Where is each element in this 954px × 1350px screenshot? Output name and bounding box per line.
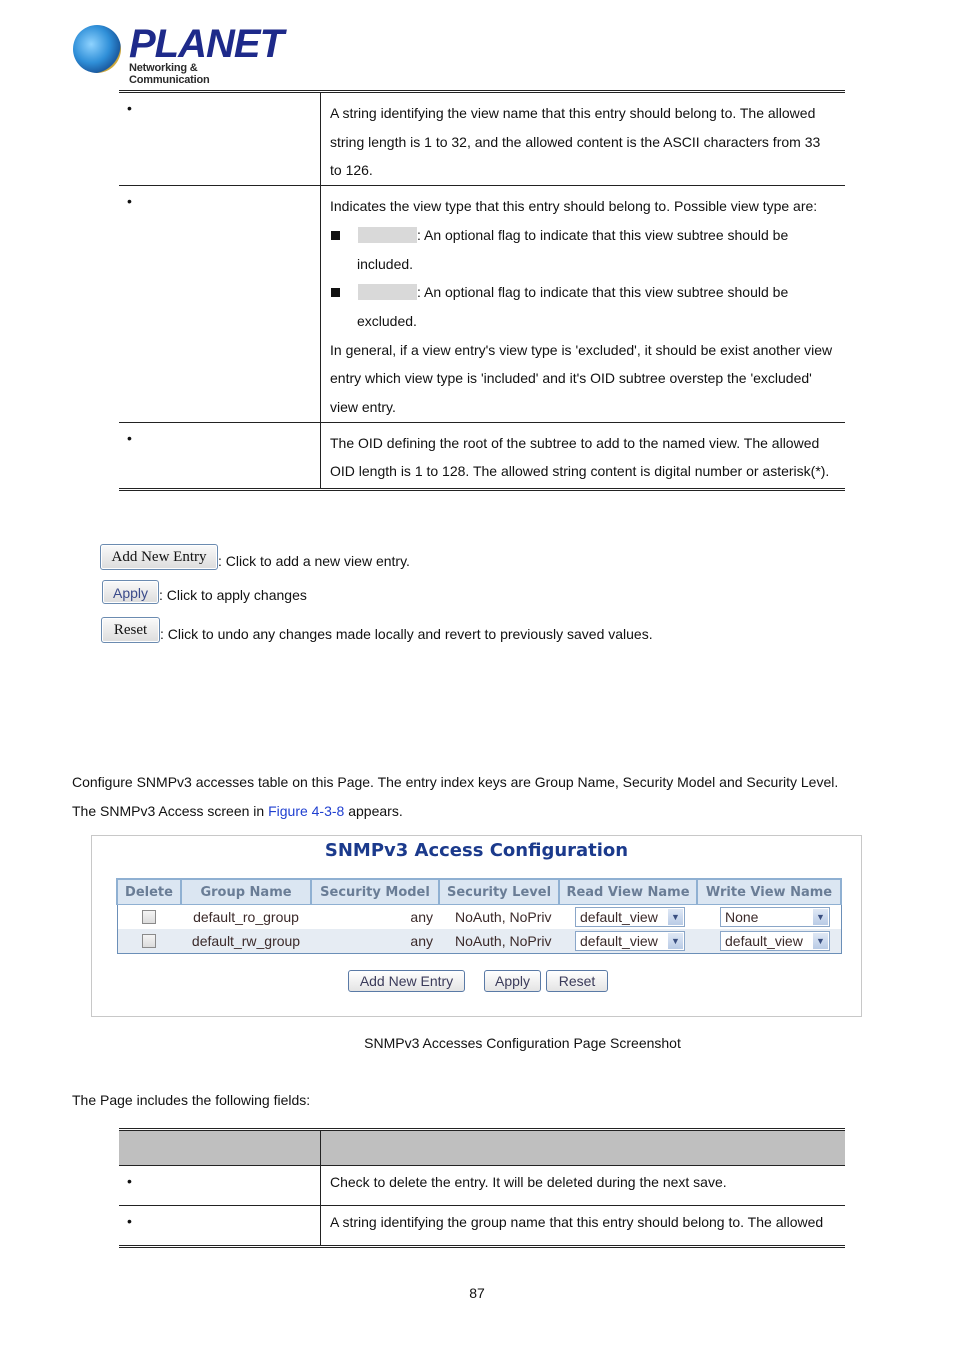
fields-intro: The Page includes the following fields: (72, 1092, 311, 1108)
group-name: default_rw_group (181, 929, 311, 954)
square-bullet-icon (331, 230, 340, 240)
globe-logo-icon (73, 25, 121, 73)
security-level: NoAuth, NoPriv (455, 909, 552, 925)
legend-description: : Click to undo any changes made locally… (160, 626, 653, 642)
screenshot-title: SNMPv3 Access Configuration (324, 840, 629, 861)
field-description: A string identifying the group name that… (330, 1214, 824, 1230)
add-new-entry-button[interactable]: Add New Entry (100, 544, 218, 570)
access-fields-table: • Check to delete the entry. It will be … (119, 1128, 845, 1248)
description-line: A string identifying the view name that … (330, 105, 816, 121)
read-view-select[interactable]: default_view ▼ (575, 931, 685, 951)
security-model: any (311, 929, 439, 954)
legend-reset: Reset : Click to undo any changes made l… (101, 617, 653, 643)
description-line: OID length is 1 to 128. The allowed stri… (330, 463, 830, 480)
table-row: • A string identifying the group name th… (119, 1205, 845, 1247)
delete-checkbox[interactable] (142, 934, 157, 948)
page-number: 87 (469, 1285, 485, 1301)
description-line: entry which view type is 'included' and … (330, 370, 812, 387)
square-bullet-icon (331, 288, 340, 298)
intro-line: Configure SNMPv3 accesses table on this … (72, 774, 839, 790)
screenshot-apply-button[interactable]: Apply (484, 970, 541, 992)
chevron-down-icon: ▼ (813, 909, 828, 925)
description-line: The OID defining the root of the subtree… (330, 434, 820, 451)
access-table: Delete Group Name Security Model Securit… (116, 878, 842, 954)
planet-logo: PLANET Networking & Communication (73, 22, 284, 86)
chevron-down-icon: ▼ (813, 933, 828, 949)
description-line: Indicates the view type that this entry … (330, 198, 818, 215)
description-line: excluded. (357, 312, 417, 329)
legend-apply: Apply : Click to apply changes (102, 580, 307, 604)
chevron-down-icon: ▼ (668, 909, 683, 925)
apply-button[interactable]: Apply (102, 580, 159, 604)
table-header (119, 1129, 845, 1166)
write-view-select[interactable]: None ▼ (720, 907, 830, 927)
legend-description: : Click to apply changes (159, 587, 307, 603)
legend-add-new-entry: Add New Entry : Click to add a new view … (100, 544, 410, 570)
intro-line: The SNMPv3 Access screen in Figure 4-3-8… (72, 803, 403, 819)
chevron-down-icon: ▼ (668, 933, 683, 949)
table-row: • Indicates the view type that this entr… (119, 185, 845, 423)
column-header: Write View Name (696, 878, 842, 905)
table-row: default_ro_group any NoAuth, NoPriv defa… (117, 905, 841, 930)
column-header: Group Name (180, 878, 312, 905)
table-row: • A string identifying the view name tha… (119, 91, 845, 186)
description-line: view entry. (330, 399, 396, 416)
figure-caption: SNMPv3 Accesses Configuration Page Scree… (364, 1035, 681, 1051)
security-model: any (410, 909, 433, 925)
group-name: default_ro_group (193, 909, 299, 925)
description-line: string length is 1 to 32, and the allowe… (330, 133, 821, 150)
logo-brand: PLANET (129, 22, 284, 66)
table-row: • The OID defining the root of the subtr… (119, 422, 845, 490)
write-view-select[interactable]: default_view ▼ (720, 931, 830, 951)
view-type-option-included: : An optional flag to indicate that this… (330, 221, 845, 250)
bullet: • (127, 1213, 132, 1229)
figure-link[interactable]: Figure 4-3-8 (268, 803, 344, 819)
redacted-term (358, 226, 417, 243)
delete-checkbox[interactable] (142, 910, 157, 924)
column-header: Security Level (438, 878, 560, 905)
bullet: • (127, 1173, 132, 1189)
description-line: included. (357, 255, 414, 272)
column-header: Delete (116, 878, 182, 905)
view-fields-table: • A string identifying the view name tha… (119, 90, 845, 491)
description-line: to 126. (330, 162, 373, 179)
security-level: NoAuth, NoPriv (439, 929, 559, 954)
description-line: In general, if a view entry's view type … (330, 341, 833, 358)
bullet: • (127, 193, 132, 210)
table-row: default_rw_group any NoAuth, NoPriv defa… (117, 929, 841, 954)
snmpv3-access-screenshot: SNMPv3 Access Configuration Delete Group… (91, 835, 862, 1017)
table-header: Delete Group Name Security Model Securit… (116, 878, 842, 905)
redacted-term (358, 284, 417, 301)
column-header: Read View Name (558, 878, 698, 905)
screenshot-reset-button[interactable]: Reset (546, 970, 608, 992)
table-row: • Check to delete the entry. It will be … (119, 1165, 845, 1206)
read-view-select[interactable]: default_view ▼ (575, 907, 685, 927)
column-header: Security Model (310, 878, 440, 905)
reset-button[interactable]: Reset (101, 617, 160, 643)
screenshot-add-new-entry-button[interactable]: Add New Entry (348, 970, 465, 992)
bullet: • (127, 100, 132, 116)
intro-paragraph: Configure SNMPv3 accesses table on this … (72, 773, 838, 820)
legend-description: : Click to add a new view entry. (218, 553, 410, 569)
logo-tagline: Networking & Communication (129, 62, 210, 86)
field-description: Check to delete the entry. It will be de… (330, 1174, 727, 1190)
bullet: • (127, 429, 132, 446)
view-type-option-excluded: : An optional flag to indicate that this… (330, 278, 845, 307)
